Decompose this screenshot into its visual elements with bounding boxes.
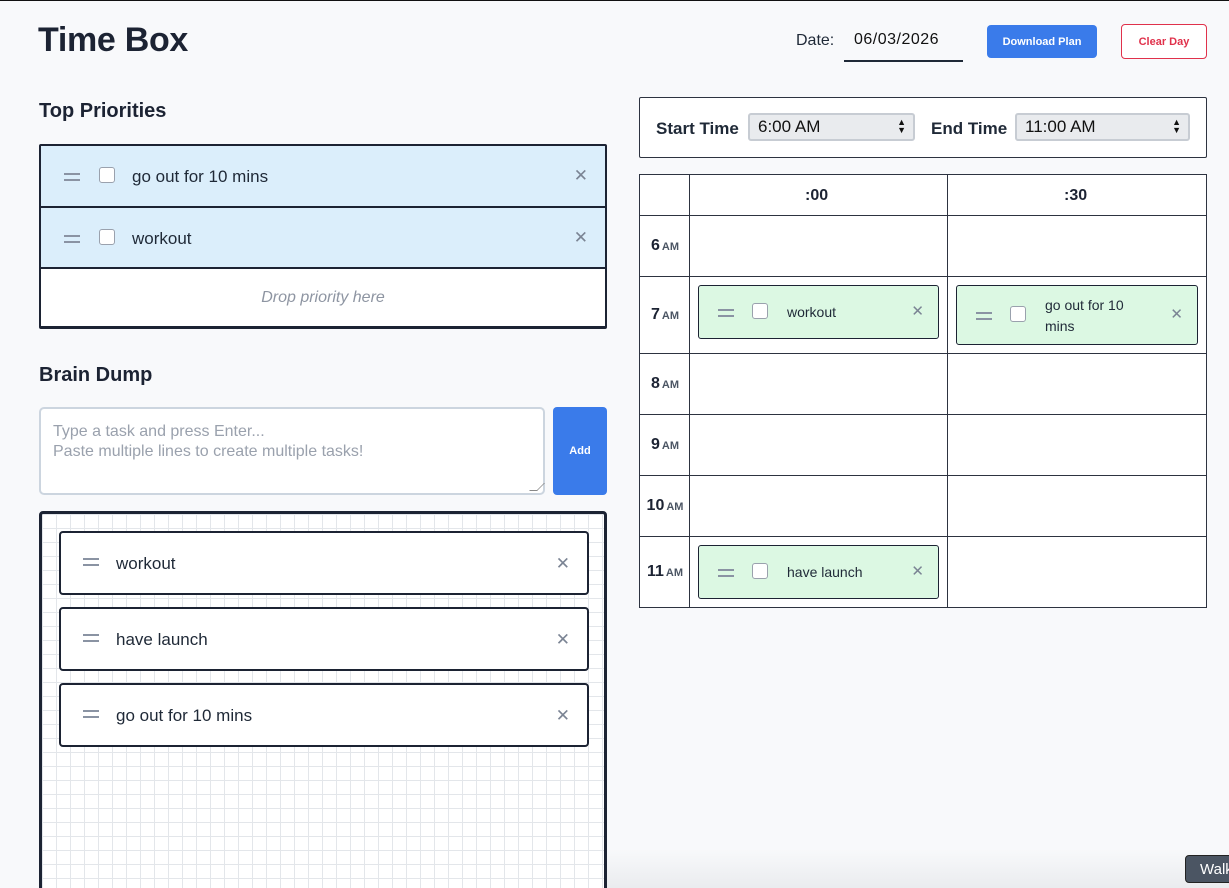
hour-ampm: AM (661, 379, 679, 391)
bottom-fade (607, 849, 1229, 888)
brain-dump-item-label: have launch (116, 630, 208, 649)
drag-handle-icon[interactable] (83, 710, 99, 718)
task-input[interactable]: Type a task and press Enter... Paste mul… (39, 407, 545, 495)
close-icon[interactable]: ✕ (574, 229, 588, 246)
start-time-select[interactable]: 6:00 AM ▲ ▼ (748, 113, 915, 141)
close-icon[interactable]: ✕ (574, 167, 588, 184)
column-header-30: :30 (1064, 187, 1088, 204)
priorities-title: Top Priorities (39, 100, 167, 122)
close-icon[interactable]: ✕ (556, 631, 570, 648)
hour-ampm: AM (665, 567, 684, 579)
scheduled-task-label: go out for 10 mins (1045, 297, 1124, 334)
hour-label: 9 AM (640, 436, 690, 454)
select-arrows-icon: ▲ ▼ (897, 117, 906, 135)
drag-handle-icon[interactable] (83, 634, 99, 642)
start-time-label: Start Time (656, 119, 739, 138)
column-header-00: :00 (805, 187, 829, 204)
start-time-value: 6:00 AM (758, 117, 821, 136)
drag-handle-icon[interactable] (976, 312, 992, 320)
hour-label: 8 AM (640, 375, 690, 393)
time-range-panel: Start Time 6:00 AM ▲ ▼ End Time 11:00 AM … (639, 97, 1207, 158)
scheduled-task-label: have launch (787, 564, 863, 580)
brain-dump-item-label: workout (116, 554, 176, 573)
grid-line (640, 536, 1206, 537)
task-checkbox[interactable] (1010, 306, 1026, 322)
drag-handle-icon[interactable] (83, 558, 99, 566)
end-time-select[interactable]: 11:00 AM ▲ ▼ (1015, 113, 1190, 141)
brain-dump-title: Brain Dump (39, 364, 153, 386)
priority-item[interactable]: go out for 10 mins ✕ (41, 146, 605, 208)
download-plan-button[interactable]: Download Plan (987, 25, 1097, 58)
priority-checkbox[interactable] (99, 167, 115, 183)
scheduled-task-label: workout (787, 304, 837, 320)
close-icon[interactable]: ✕ (556, 555, 570, 572)
grid-line (947, 175, 948, 607)
close-icon[interactable]: ✕ (911, 564, 924, 579)
hour-label: 11 AM (640, 563, 690, 581)
clear-day-button[interactable]: Clear Day (1121, 24, 1207, 59)
drag-handle-icon[interactable] (64, 235, 80, 243)
close-icon[interactable]: ✕ (556, 707, 570, 724)
grid-line (640, 353, 1206, 354)
drag-handle-icon[interactable] (64, 173, 80, 181)
close-icon[interactable]: ✕ (911, 304, 924, 319)
scheduled-task[interactable]: workout ✕ (698, 285, 939, 339)
priority-checkbox[interactable] (99, 229, 115, 245)
hour-number: 8 (650, 375, 660, 392)
priorities-list: go out for 10 mins ✕ workout ✕ Drop prio… (39, 144, 607, 329)
grid-line (640, 414, 1206, 415)
brain-dump-board: workout ✕ have launch ✕ go out for 10 mi… (39, 511, 607, 888)
priority-drop-zone[interactable]: Drop priority here (41, 269, 605, 326)
task-input-placeholder-2: Paste multiple lines to create multiple … (53, 443, 364, 460)
hour-label: 7 AM (640, 306, 690, 324)
priority-label: go out for 10 mins (132, 167, 269, 186)
grid-line (640, 215, 1206, 216)
task-input-placeholder-1: Type a task and press Enter... (53, 423, 265, 440)
grid-line (640, 276, 1206, 277)
date-label: Date: (796, 32, 835, 49)
brain-dump-item[interactable]: workout ✕ (59, 531, 589, 595)
add-task-button[interactable]: Add (553, 407, 607, 495)
task-checkbox[interactable] (752, 563, 768, 579)
walkthrough-button[interactable]: Walk (1185, 855, 1229, 883)
hour-number: 6 (650, 237, 660, 254)
end-time-label: End Time (931, 119, 1008, 138)
select-arrows-icon: ▲ ▼ (1172, 117, 1181, 135)
task-checkbox[interactable] (752, 303, 768, 319)
resize-grip-icon[interactable] (529, 483, 545, 491)
hour-number: 10 (646, 497, 665, 514)
hour-label: 6 AM (640, 237, 690, 255)
app-title: Time Box (38, 21, 189, 59)
end-time-value: 11:00 AM (1025, 117, 1096, 136)
scheduled-task[interactable]: have launch ✕ (698, 545, 939, 599)
grid-line (640, 475, 1206, 476)
hour-ampm: AM (661, 241, 679, 253)
close-icon[interactable]: ✕ (1170, 307, 1183, 322)
drag-handle-icon[interactable] (718, 309, 734, 317)
drag-handle-icon[interactable] (718, 569, 734, 577)
date-input[interactable]: 06/03/2026 (844, 23, 963, 62)
hour-number: 9 (650, 436, 660, 453)
brain-dump-item-label: go out for 10 mins (116, 706, 253, 725)
hour-ampm: AM (661, 440, 679, 452)
scheduled-task[interactable]: go out for 10 mins ✕ (956, 285, 1198, 345)
hour-label: 10 AM (640, 497, 690, 515)
hour-number: 7 (650, 306, 660, 323)
priority-item[interactable]: workout ✕ (41, 208, 605, 269)
hour-number: 11 (646, 563, 664, 580)
hour-ampm: AM (666, 501, 684, 513)
brain-dump-item[interactable]: have launch ✕ (59, 607, 589, 671)
brain-dump-item[interactable]: go out for 10 mins ✕ (59, 683, 589, 747)
schedule-grid: :00 :30 6 AM 7 AM 8 AM 9 AM 10 AM 11 AM workou… (639, 174, 1207, 608)
hour-ampm: AM (661, 310, 679, 322)
priority-label: workout (132, 229, 192, 248)
